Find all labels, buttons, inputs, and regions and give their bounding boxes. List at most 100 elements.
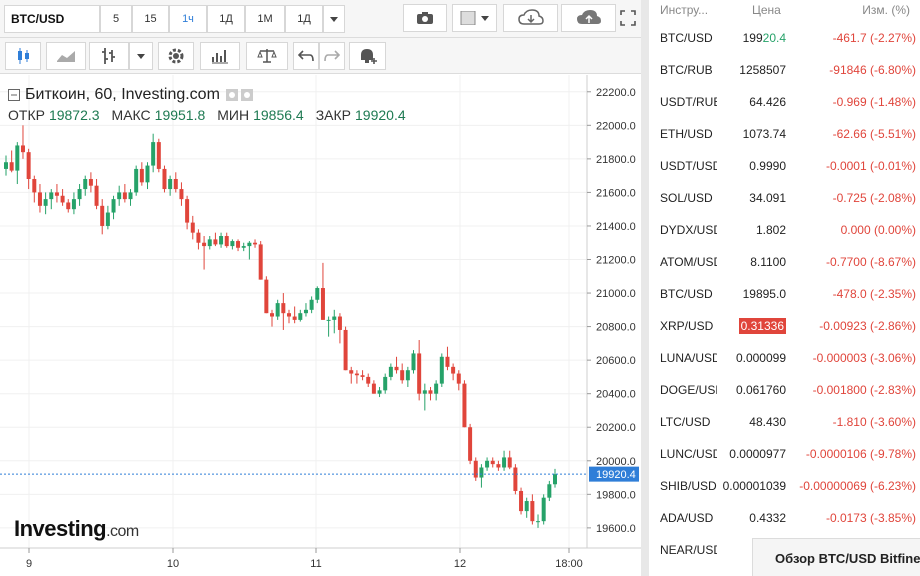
instrument-change: -0.0001 (-0.01%)	[825, 159, 916, 173]
y-tick-label: 20000.0	[596, 456, 636, 468]
symbol-input[interactable]	[4, 5, 100, 33]
instrument-price: 48.430	[749, 415, 786, 429]
interval-dropdown-button[interactable]	[323, 5, 345, 33]
y-tick-label: 22200.0	[596, 87, 636, 99]
candle-body	[264, 279, 269, 314]
interval-1d-button[interactable]: 1Д	[207, 5, 245, 33]
compare-button[interactable]	[246, 42, 288, 70]
watchlist-row[interactable]: BTC/RUB 1258507 -91846 (-6.80%)	[649, 54, 920, 86]
watchlist-row[interactable]: ADA/USD 0.4332 -0.0173 (-3.85%)	[649, 502, 920, 534]
instrument-name[interactable]: ADA/USD	[660, 511, 717, 525]
redo-button[interactable]	[319, 42, 345, 70]
instrument-change: -0.725 (-2.08%)	[832, 191, 916, 205]
watchlist-row[interactable]: USDT/USD 0.9990 -0.0001 (-0.01%)	[649, 150, 920, 182]
candles-type-button[interactable]	[5, 42, 41, 70]
chart-type-dropdown[interactable]	[129, 42, 153, 70]
watchlist-row[interactable]: DYDX/USD 1.802 0.000 (0.00%)	[649, 214, 920, 246]
legend-settings-icon[interactable]	[225, 88, 255, 102]
instrument-name[interactable]: USDT/RUB	[660, 95, 717, 109]
header-price[interactable]: Цена	[752, 3, 781, 17]
candle-body	[366, 376, 371, 384]
interval-15m-button[interactable]: 15	[132, 5, 169, 33]
header-instrument[interactable]: Инстру...	[660, 3, 708, 17]
instrument-name[interactable]: LUNA/USD	[660, 351, 717, 365]
instrument-change: -0.000003 (-3.06%)	[812, 351, 916, 365]
watchlist-row[interactable]: SOL/USD 34.091 -0.725 (-2.08%)	[649, 182, 920, 214]
area-type-button[interactable]	[46, 42, 86, 70]
overview-popup[interactable]: Обзор BTC/USD Bitfinex	[752, 538, 920, 576]
y-tick-label: 20800.0	[596, 322, 636, 334]
candle-body	[428, 390, 433, 394]
instrument-name[interactable]: DOGE/USD	[660, 383, 717, 397]
instrument-name[interactable]: ATOM/USD	[660, 255, 717, 269]
watchlist-panel: Инстру... Цена Изм. (%) BTC/USD 19920.4 -4…	[649, 0, 920, 576]
candle-body	[43, 199, 48, 206]
watchlist-row[interactable]: ATOM/USD 8.1100 -0.7700 (-8.67%)	[649, 246, 920, 278]
watchlist-row[interactable]: ETH/USD 1073.74 -62.66 (-5.51%)	[649, 118, 920, 150]
candle-body	[439, 356, 444, 384]
interval-1h-button[interactable]: 1ч	[169, 5, 207, 33]
watchlist-header: Инстру... Цена Изм. (%)	[649, 0, 920, 22]
instrument-name[interactable]: LUNC/USD	[660, 447, 717, 461]
x-tick-label: 12	[454, 558, 466, 570]
load-chart-button[interactable]	[503, 4, 558, 32]
candle-body	[326, 319, 331, 321]
high-value: 19951.8	[154, 107, 206, 123]
instrument-name[interactable]: LTC/USD	[660, 415, 717, 429]
y-tick-label: 22000.0	[596, 120, 636, 132]
watchlist-row[interactable]: XRP/USD 0.31336 -0.00923 (-2.86%)	[649, 310, 920, 342]
candle-body	[388, 366, 393, 377]
candle-body	[473, 460, 478, 478]
indicators-button[interactable]	[200, 42, 240, 70]
watchlist-row[interactable]: LUNC/USD 0.0000977 -0.0000106 (-9.78%)	[649, 438, 920, 470]
instrument-change: -0.00923 (-2.86%)	[819, 319, 916, 333]
settings-button[interactable]	[158, 42, 194, 70]
watchlist-row[interactable]: LUNA/USD 0.000099 -0.000003 (-3.06%)	[649, 342, 920, 374]
candle-body	[77, 189, 82, 200]
collapse-icon[interactable]	[8, 89, 20, 101]
screenshot-button[interactable]	[403, 4, 447, 32]
instrument-name[interactable]: NEAR/USD	[660, 543, 717, 557]
instrument-name[interactable]: BTC/USD	[660, 31, 717, 45]
candle-body	[496, 464, 501, 468]
instrument-name[interactable]: BTC/USD	[660, 287, 717, 301]
header-change[interactable]: Изм. (%)	[862, 3, 910, 17]
candle-body	[37, 192, 42, 206]
instrument-name[interactable]: USDT/USD	[660, 159, 717, 173]
instrument-name[interactable]: SOL/USD	[660, 191, 717, 205]
watchlist-row[interactable]: BTC/USD 19895.0 -478.0 (-2.35%)	[649, 278, 920, 310]
instrument-name[interactable]: DYDX/USD	[660, 223, 717, 237]
interval-custom-button[interactable]: 1Д	[285, 5, 323, 33]
fullscreen-button[interactable]	[614, 4, 641, 32]
instrument-name[interactable]: BTC/RUB	[660, 63, 717, 77]
instrument-name[interactable]: ETH/USD	[660, 127, 717, 141]
candle-body	[26, 152, 31, 179]
instrument-name[interactable]: SHIB/USD	[660, 479, 717, 493]
interval-1m-button[interactable]: 1М	[245, 5, 285, 33]
watchlist-row[interactable]: SHIB/USD 0.00001039 -0.00000069 (-6.23%)	[649, 470, 920, 502]
instrument-change: -0.7700 (-8.67%)	[825, 255, 916, 269]
chart-style-button[interactable]	[452, 4, 497, 32]
undo-button[interactable]	[293, 42, 319, 70]
candle-body	[94, 185, 99, 206]
last-price-label: 19920.4	[596, 469, 636, 481]
price-chart[interactable]: 22200.0 22000.0 21800.0 21600.0 21400.0 21200…	[0, 75, 641, 576]
candle-body	[202, 242, 207, 247]
save-chart-button[interactable]	[561, 4, 616, 32]
watchlist-row[interactable]: LTC/USD 48.430 -1.810 (-3.60%)	[649, 406, 920, 438]
candle-body	[236, 241, 241, 248]
watchlist-row[interactable]: DOGE/USD 0.061760 -0.001800 (-2.83%)	[649, 374, 920, 406]
bars-type-button[interactable]	[89, 42, 129, 70]
chart-legend-title: Биткоин, 60, Investing.com	[8, 86, 255, 104]
ohlc-bars-icon	[102, 48, 115, 64]
watchlist-row[interactable]: BTC/USD 19920.4 -461.7 (-2.27%)	[649, 22, 920, 54]
instrument-name[interactable]: XRP/USD	[660, 319, 717, 333]
instrument-price: 0.9990	[749, 159, 786, 173]
interval-5m-button[interactable]: 5	[100, 5, 132, 33]
watchlist-row[interactable]: USDT/RUB 64.426 -0.969 (-1.48%)	[649, 86, 920, 118]
candle-body	[456, 373, 461, 384]
add-alert-button[interactable]	[349, 42, 386, 70]
instrument-change: -91846 (-6.80%)	[829, 63, 916, 77]
candle-body	[349, 370, 354, 374]
panel-divider[interactable]	[641, 0, 649, 576]
